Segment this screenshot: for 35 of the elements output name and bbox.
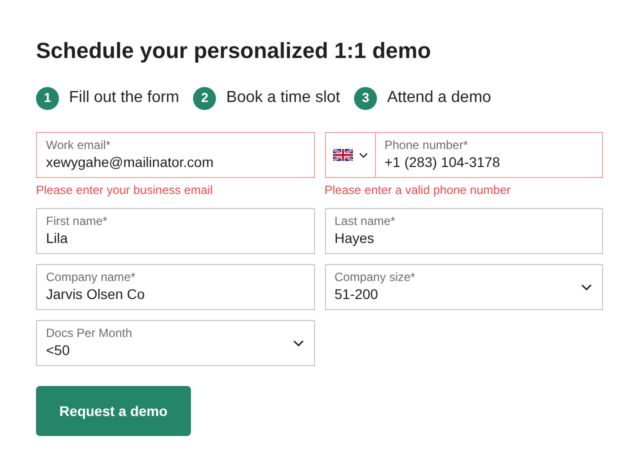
error-message: Please enter your business email bbox=[36, 183, 214, 197]
field-label: Work email* bbox=[46, 138, 112, 152]
chevron-down-icon bbox=[581, 284, 592, 290]
field-value: Hayes bbox=[334, 229, 376, 248]
field-value: Jarvis Olsen Co bbox=[46, 285, 146, 304]
field-label: Phone number* bbox=[384, 138, 469, 152]
error-message: Please enter a valid phone number bbox=[324, 183, 512, 197]
field-label: Docs Per Month bbox=[46, 326, 134, 340]
chevron-down-icon bbox=[358, 152, 368, 158]
request-demo-button[interactable]: Request a demo bbox=[36, 386, 191, 436]
step-number: 1 bbox=[36, 86, 59, 110]
step-label: Fill out the form bbox=[69, 88, 180, 108]
step-label: Attend a demo bbox=[387, 88, 492, 108]
phone-field[interactable]: Phone number* +1 (283) 104-3178 bbox=[324, 132, 603, 178]
select-field[interactable]: Company size* 51-200 bbox=[324, 264, 603, 310]
step-number: 2 bbox=[193, 86, 216, 110]
field-value: +1 (283) 104-3178 bbox=[384, 153, 502, 172]
input-field[interactable]: First name* Lila bbox=[36, 208, 314, 254]
field-label: Company size* bbox=[334, 270, 416, 284]
step-number: 3 bbox=[354, 86, 378, 110]
field-value: <50 bbox=[46, 341, 71, 360]
flag-icon bbox=[332, 149, 352, 161]
field-value: 51-200 bbox=[334, 285, 380, 304]
field-value: xewygahe@mailinator.com bbox=[46, 153, 215, 172]
field-label: Last name* bbox=[334, 214, 396, 228]
step-label: Book a time slot bbox=[226, 88, 340, 108]
chevron-down-icon bbox=[292, 340, 304, 346]
field-label: Company name* bbox=[46, 270, 136, 284]
input-field[interactable]: Work email* xewygahe@mailinator.com bbox=[36, 132, 314, 178]
field-value: Lila bbox=[46, 229, 69, 248]
select-field[interactable]: Docs Per Month <50 bbox=[36, 320, 314, 366]
field-label: First name* bbox=[46, 214, 108, 228]
form-title: Schedule your personalized 1:1 demo bbox=[36, 37, 432, 65]
input-field[interactable]: Last name* Hayes bbox=[324, 208, 603, 254]
input-field[interactable]: Company name* Jarvis Olsen Co bbox=[36, 264, 314, 310]
